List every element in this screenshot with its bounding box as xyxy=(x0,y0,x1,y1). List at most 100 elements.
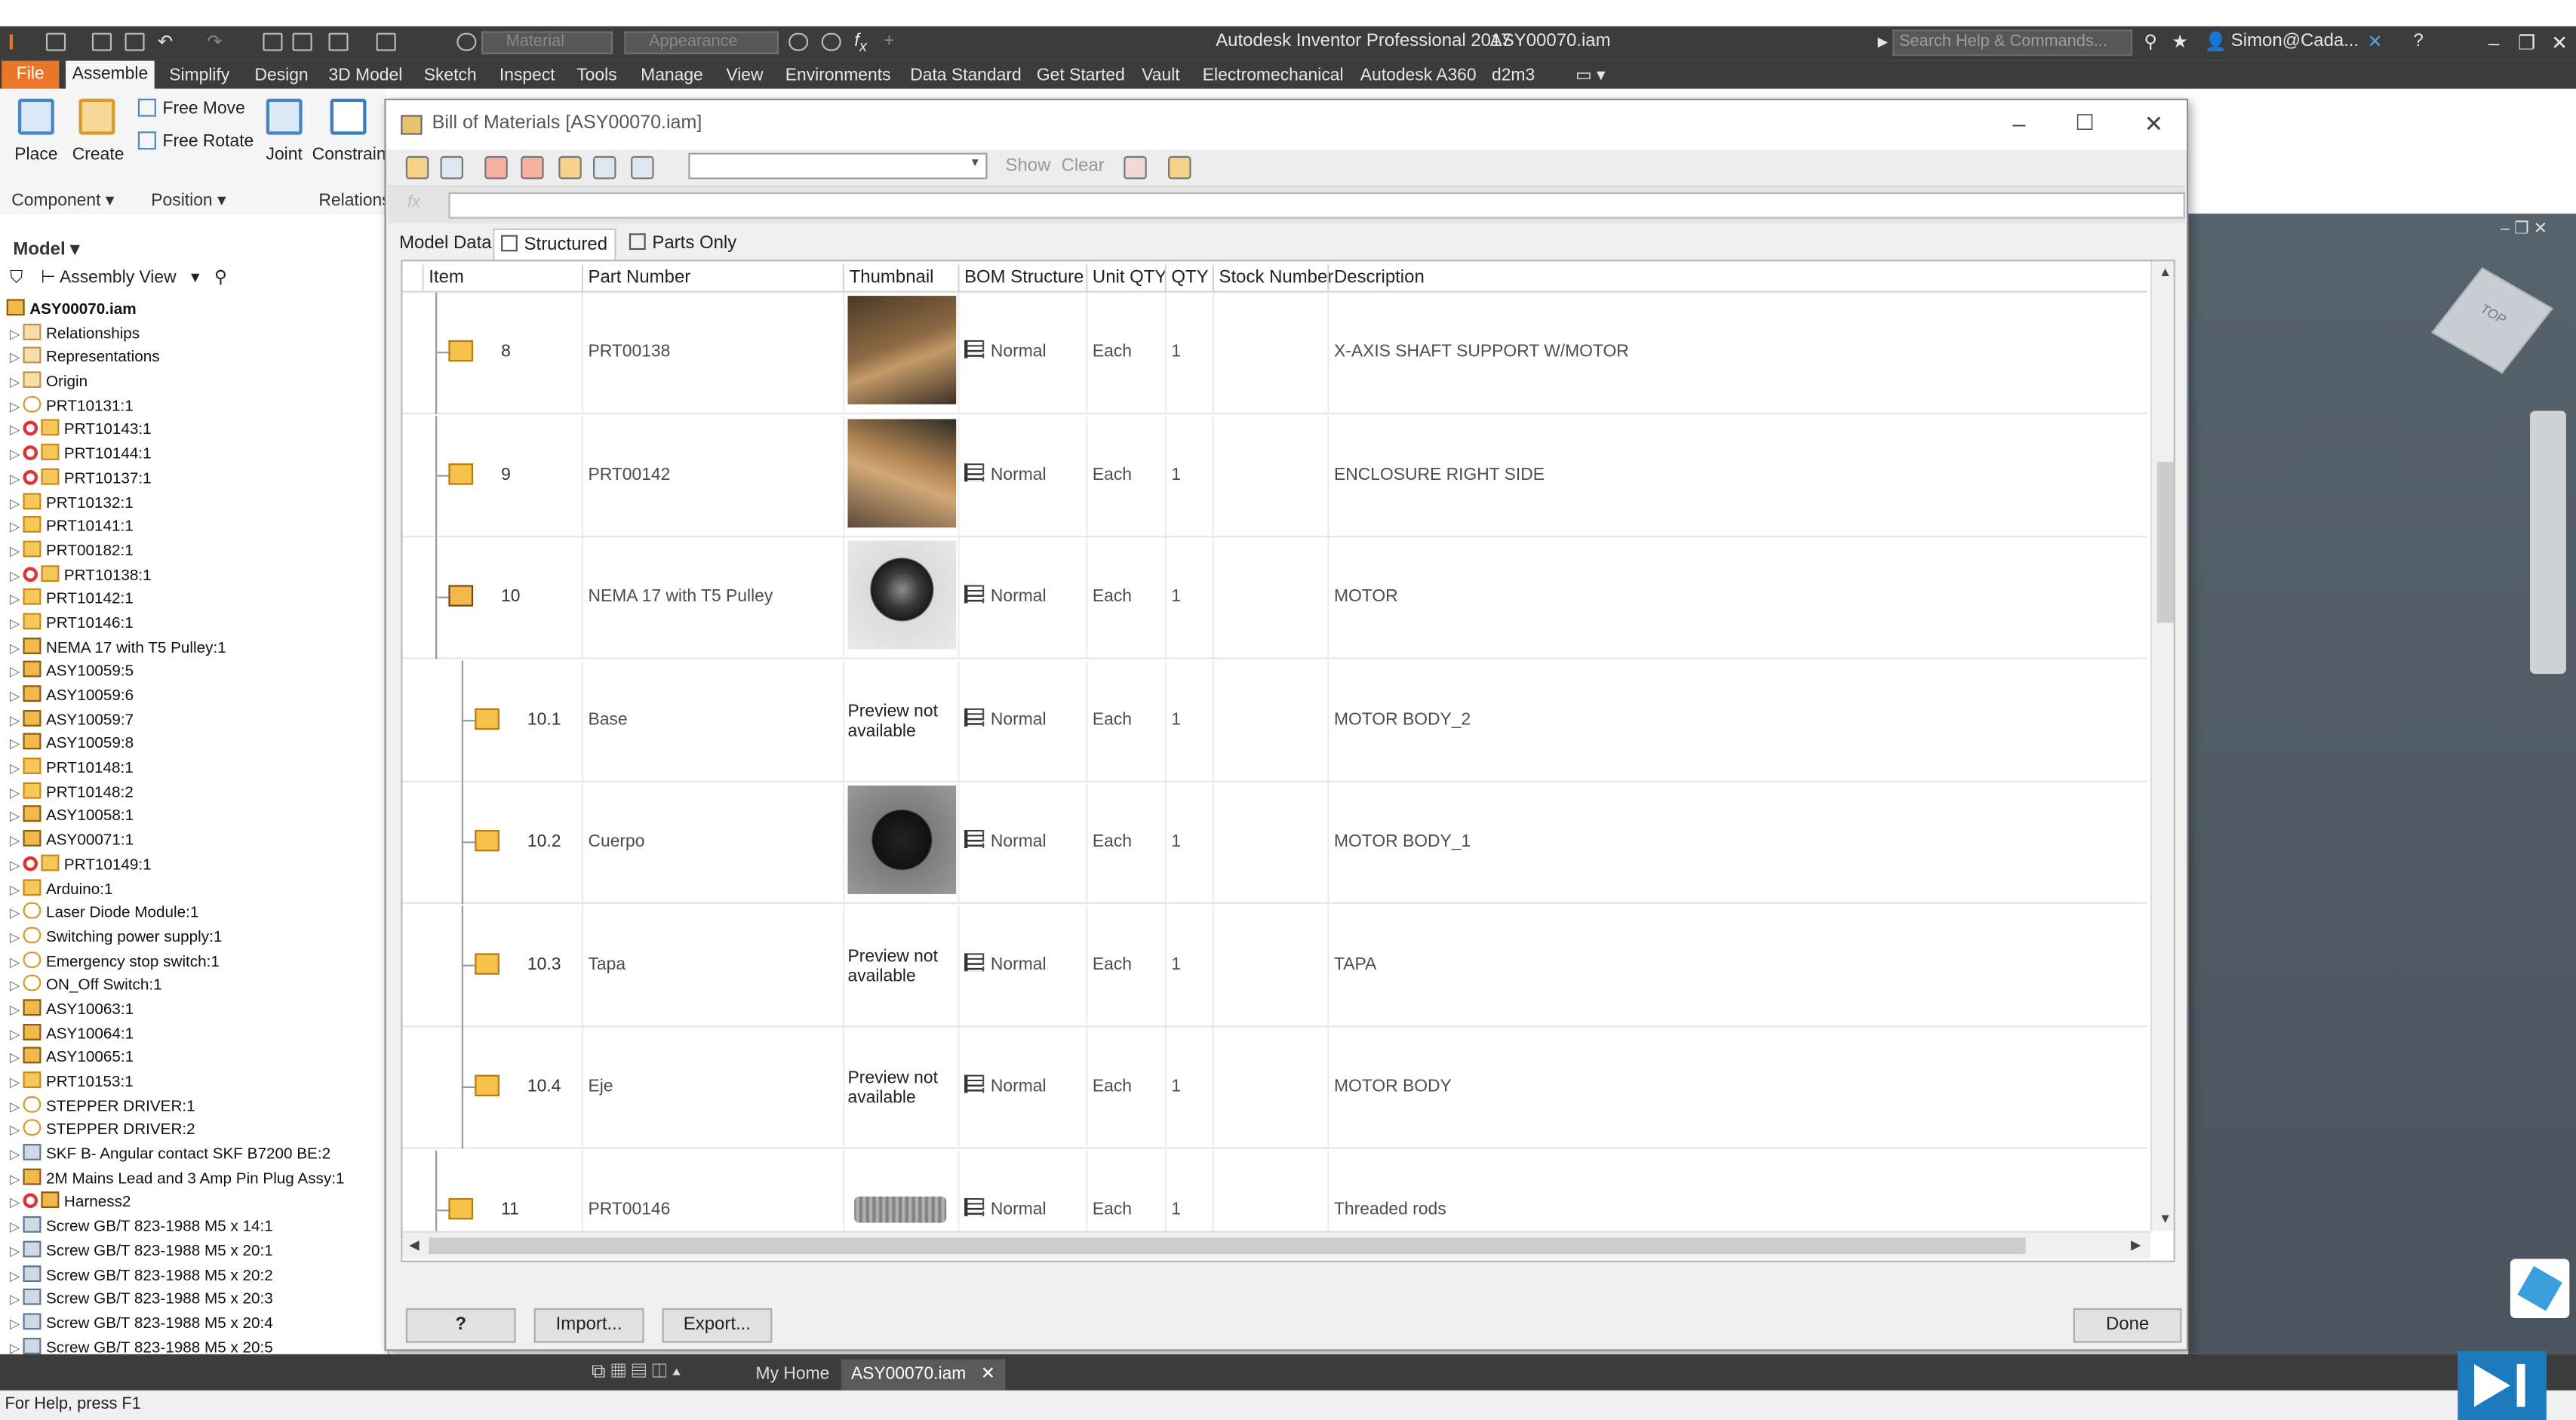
expand-icon[interactable]: ▷ xyxy=(7,854,23,878)
search-input[interactable]: Search Help & Commands... xyxy=(1892,29,2133,57)
tree-item[interactable]: ▷ Emergency stop switch:1 xyxy=(7,951,388,975)
tree-item[interactable]: ▷ Screw GB/T 823-1988 M5 x 14:1 xyxy=(7,1216,388,1240)
expand-icon[interactable]: ▷ xyxy=(7,758,23,782)
expand-icon[interactable]: ▷ xyxy=(7,347,23,371)
part-number-cell[interactable]: NEMA 17 with T5 Pulley xyxy=(581,537,843,658)
tile-windows-icon[interactable]: ⧉ ▦ ▤ ◫ ▴ xyxy=(582,1356,690,1387)
qty-cell[interactable]: 1 xyxy=(1164,415,1213,536)
constrain-button[interactable]: Constrain xyxy=(312,98,386,164)
tab-assemble[interactable]: Assemble xyxy=(66,60,155,89)
tree-item[interactable]: ▷ ASY00071:1 xyxy=(7,830,388,854)
open-file-icon[interactable] xyxy=(91,32,112,51)
description-cell[interactable]: ENCLOSURE RIGHT SIDE xyxy=(1327,415,2147,536)
expand-icon[interactable]: ▷ xyxy=(7,1120,23,1144)
bom-close-button[interactable]: ✕ xyxy=(2134,107,2173,140)
item-cell[interactable]: 10 xyxy=(496,537,582,657)
item-cell[interactable]: 11 xyxy=(496,1150,582,1234)
bom-structure-cell[interactable]: Normal xyxy=(958,537,1086,658)
formula-input[interactable] xyxy=(448,192,2185,219)
expand-icon[interactable]: ▷ xyxy=(7,975,23,999)
assembly-view-dropdown[interactable]: Assembly View xyxy=(60,268,177,287)
bom-structure-cell[interactable]: Normal xyxy=(958,782,1086,902)
renumber-icon[interactable] xyxy=(521,155,544,180)
tab-environments[interactable]: Environments xyxy=(779,63,897,89)
col-item[interactable]: Item xyxy=(422,264,582,291)
unit-qty-cell[interactable]: Each xyxy=(1086,905,1165,1025)
adjust-icon[interactable] xyxy=(788,32,809,51)
close-tab-icon[interactable]: ✕ xyxy=(981,1364,995,1384)
filter-icon[interactable]: ⛉ xyxy=(10,268,23,287)
expand-icon[interactable]: ▷ xyxy=(7,1265,23,1289)
vertical-scrollbar[interactable]: ▲ ▼ xyxy=(2150,261,2174,1231)
expand-icon[interactable]: ▷ xyxy=(7,902,23,927)
viewcube[interactable]: TOP xyxy=(2430,267,2553,374)
qty-cell[interactable]: 1 xyxy=(1164,1149,1213,1234)
free-move-button[interactable]: Free Move xyxy=(137,98,245,118)
bom-structure-cell[interactable]: Normal xyxy=(958,659,1086,780)
description-cell[interactable]: Threaded rods xyxy=(1327,1149,2147,1234)
bom-filter-combo[interactable] xyxy=(688,152,988,180)
unit-qty-cell[interactable]: Each xyxy=(1086,292,1165,413)
bom-structure-cell[interactable]: Normal xyxy=(958,292,1086,413)
unit-qty-cell[interactable]: Each xyxy=(1086,659,1165,780)
navigation-bar[interactable] xyxy=(2530,410,2566,675)
stock-number-cell[interactable] xyxy=(1212,415,1327,536)
appearance-dropdown[interactable]: Appearance xyxy=(624,31,779,54)
col-unit-qty[interactable]: Unit QTY xyxy=(1086,264,1167,291)
stock-number-cell[interactable] xyxy=(1212,1149,1327,1234)
description-cell[interactable]: MOTOR BODY_1 xyxy=(1327,782,2147,902)
tree-item[interactable]: ▷ ASY10064:1 xyxy=(7,1023,388,1047)
restore-button[interactable]: ❐ xyxy=(2513,29,2540,56)
expand-icon[interactable]: ▷ xyxy=(7,927,23,951)
tab-electromechanical[interactable]: Electromechanical xyxy=(1196,63,1350,89)
scroll-up-icon[interactable]: ▲ xyxy=(2159,265,2172,280)
tree-item[interactable]: ▷ ASY10059:6 xyxy=(7,685,388,709)
horizontal-scroll-thumb[interactable] xyxy=(429,1237,2026,1254)
bom-structure-cell[interactable]: Normal xyxy=(958,415,1086,536)
minimize-button[interactable]: – xyxy=(2481,29,2507,56)
description-cell[interactable]: TAPA xyxy=(1327,905,2147,1025)
tab-3d-model[interactable]: 3D Model xyxy=(322,63,409,89)
item-cell[interactable]: 9 xyxy=(496,415,582,535)
bom-update-icon[interactable] xyxy=(440,155,463,180)
qty-cell[interactable]: 1 xyxy=(1164,782,1213,902)
material-dropdown[interactable]: Material xyxy=(481,31,613,54)
thumbnail-cell[interactable]: Preview not available xyxy=(842,1027,958,1148)
col-thumbnail[interactable]: Thumbnail xyxy=(842,264,958,291)
clear-button[interactable]: Clear xyxy=(1062,156,1105,176)
expand-icon[interactable]: ▷ xyxy=(7,951,23,975)
tree-item[interactable]: ▷ Screw GB/T 823-1988 M5 x 20:4 xyxy=(7,1313,388,1337)
help-button[interactable]: ? xyxy=(405,1308,516,1343)
tree-item[interactable]: ▷ Screw GB/T 823-1988 M5 x 20:1 xyxy=(7,1240,388,1265)
tree-item[interactable]: ▷ PRT10153:1 xyxy=(7,1071,388,1096)
bom-wizard-icon[interactable] xyxy=(1168,155,1191,180)
my-home-tab[interactable]: My Home xyxy=(745,1359,839,1390)
help-icon[interactable]: ? xyxy=(2413,31,2423,51)
tree-item[interactable]: ▷ Screw GB/T 823-1988 M5 x 20:5 xyxy=(7,1337,388,1354)
find-bom-icon[interactable] xyxy=(631,155,654,180)
expand-icon[interactable]: ▷ xyxy=(7,613,23,637)
color-icon[interactable] xyxy=(456,32,477,51)
tree-item[interactable]: ▷ Relationships xyxy=(7,323,388,347)
table-row[interactable]: 10.4 Eje Preview not available Normal Each 1 M… xyxy=(402,1027,2147,1149)
expand-icon[interactable]: ▷ xyxy=(7,806,23,830)
tab-model-data[interactable]: Model Data xyxy=(392,229,498,258)
tab-manage[interactable]: Manage xyxy=(634,63,709,89)
qty-cell[interactable]: 1 xyxy=(1164,659,1213,780)
expand-icon[interactable]: ▷ xyxy=(7,468,23,492)
thumbnail-cell[interactable] xyxy=(842,415,958,536)
ribbon-options-icon[interactable]: ▭ ▾ xyxy=(1569,63,1612,89)
expand-icon[interactable]: ▷ xyxy=(7,637,23,661)
tree-item[interactable]: ▷ ASY10059:5 xyxy=(7,661,388,685)
plus-icon[interactable]: + xyxy=(884,31,894,51)
stock-number-cell[interactable] xyxy=(1212,905,1327,1025)
home-icon[interactable] xyxy=(263,32,283,51)
tree-item[interactable]: ▷ STEPPER DRIVER:2 xyxy=(7,1120,388,1144)
expand-icon[interactable]: ▷ xyxy=(7,1337,23,1354)
tree-item[interactable]: ▷ Arduino:1 xyxy=(7,878,388,902)
part-number-cell[interactable]: Cuerpo xyxy=(581,782,843,902)
place-button[interactable]: Place xyxy=(11,98,60,164)
user-account[interactable]: Simon@Cada... xyxy=(2231,31,2359,51)
tree-item[interactable]: ▷ 2M Mains Lead and 3 Amp Pin Plug Assy:1 xyxy=(7,1168,388,1192)
expand-icon[interactable]: ▷ xyxy=(7,709,23,733)
